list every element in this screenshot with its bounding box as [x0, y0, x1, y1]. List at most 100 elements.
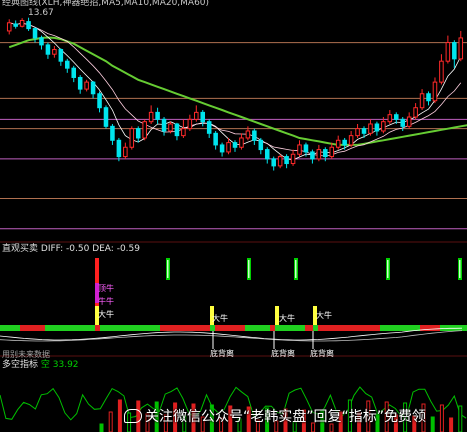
trend-ribbon-segment — [160, 325, 210, 331]
divergence-label-1: 底背离 — [210, 349, 234, 358]
candle — [161, 117, 167, 136]
candle-body — [65, 60, 70, 69]
candle-body — [110, 125, 115, 141]
candle-body — [290, 153, 296, 165]
candle-body — [142, 121, 147, 139]
indicator-value: 空 33.92 — [40, 360, 79, 370]
green-signal-highlight — [248, 260, 250, 278]
candle — [419, 89, 425, 111]
candle-body — [452, 42, 457, 60]
dea-value: DEA: -0.59 — [92, 244, 140, 254]
candle-body — [387, 114, 393, 123]
candle — [142, 119, 147, 141]
candle — [129, 126, 135, 150]
candle-body — [258, 139, 264, 151]
candle — [445, 35, 451, 64]
candle — [458, 30, 464, 62]
candle — [219, 142, 225, 157]
trend-ribbon-segment — [100, 325, 160, 331]
candle-body — [445, 42, 451, 62]
candle-body — [361, 128, 367, 134]
red-signal-tag-top: 顶牛 — [98, 284, 114, 293]
candle-body — [116, 139, 122, 158]
candle — [116, 137, 122, 162]
candle — [374, 121, 380, 136]
candle-body — [58, 49, 64, 62]
green-signal-highlight — [167, 260, 169, 278]
candle — [284, 154, 289, 169]
candle — [271, 156, 276, 171]
candle — [148, 105, 154, 124]
candle — [155, 107, 160, 124]
candle — [335, 135, 341, 150]
candle — [6, 19, 12, 35]
candle — [58, 48, 64, 66]
trend-ribbon-segment — [45, 325, 95, 331]
candle — [426, 91, 431, 106]
candle — [26, 17, 31, 31]
candle — [387, 110, 393, 124]
price-grid — [0, 42, 467, 357]
candle-body — [226, 142, 231, 153]
trend-ribbon-segment — [215, 325, 245, 331]
candle-body — [26, 21, 31, 30]
candle-body — [432, 81, 438, 102]
candle-body — [323, 149, 328, 158]
candle — [310, 149, 315, 164]
candle-body — [71, 67, 77, 78]
candle-body — [342, 139, 347, 146]
candle — [232, 140, 238, 152]
moving-average-lines — [8, 22, 467, 161]
trend-ribbon-segment — [305, 325, 313, 331]
macd-panel-title: 直观买卖 DIFF: -0.50 DEA: -0.59 — [2, 244, 140, 255]
signal-label-4: 大牛 — [316, 311, 332, 320]
trend-ribbon-segment — [380, 325, 420, 331]
divergence-label-3: 底背离 — [310, 349, 334, 358]
candle — [13, 20, 18, 29]
candle-body — [13, 23, 18, 27]
candle-body — [335, 139, 341, 148]
red-signal-tag-mid: 牛牛 — [98, 297, 114, 306]
candle — [123, 142, 128, 159]
candle — [19, 18, 25, 28]
candle-body — [303, 144, 309, 153]
candle-body — [245, 130, 251, 139]
indicator-bar — [439, 404, 444, 432]
candle — [181, 119, 186, 138]
candle-body — [168, 123, 173, 132]
candle-body — [316, 149, 322, 160]
candle — [39, 35, 44, 50]
candle-body — [123, 146, 128, 158]
watermark-text: 关注微信公众号“老韩实盘”回复“指标”免费领 — [145, 409, 427, 425]
candle — [316, 144, 322, 162]
candle-body — [45, 44, 51, 55]
candle-body — [213, 132, 218, 146]
candle — [258, 137, 264, 155]
candle — [97, 91, 102, 113]
signal-label-2: 大牛 — [212, 314, 228, 323]
candle-body — [19, 19, 25, 27]
candle — [252, 128, 257, 145]
candle-body — [155, 111, 160, 120]
candle-body — [232, 142, 238, 148]
green-signal-highlight — [459, 260, 461, 278]
candle — [264, 147, 270, 164]
dea-line — [0, 330, 463, 342]
trend-ribbon-segment — [245, 325, 270, 331]
candle-body — [129, 128, 135, 148]
candle — [110, 124, 115, 145]
candle-body — [187, 118, 193, 130]
candle-body — [103, 107, 109, 127]
candle-body — [194, 111, 199, 120]
candle-body — [148, 111, 154, 123]
candle-body — [374, 123, 380, 132]
candle-body — [381, 121, 386, 132]
candle-body — [329, 146, 335, 158]
trend-ribbon-segment — [95, 325, 100, 331]
candle — [368, 119, 373, 136]
candle-body — [393, 114, 399, 120]
indicator-bar — [449, 417, 454, 432]
indicator-bar — [108, 411, 113, 432]
candle-body — [439, 60, 444, 83]
candle — [52, 46, 57, 58]
